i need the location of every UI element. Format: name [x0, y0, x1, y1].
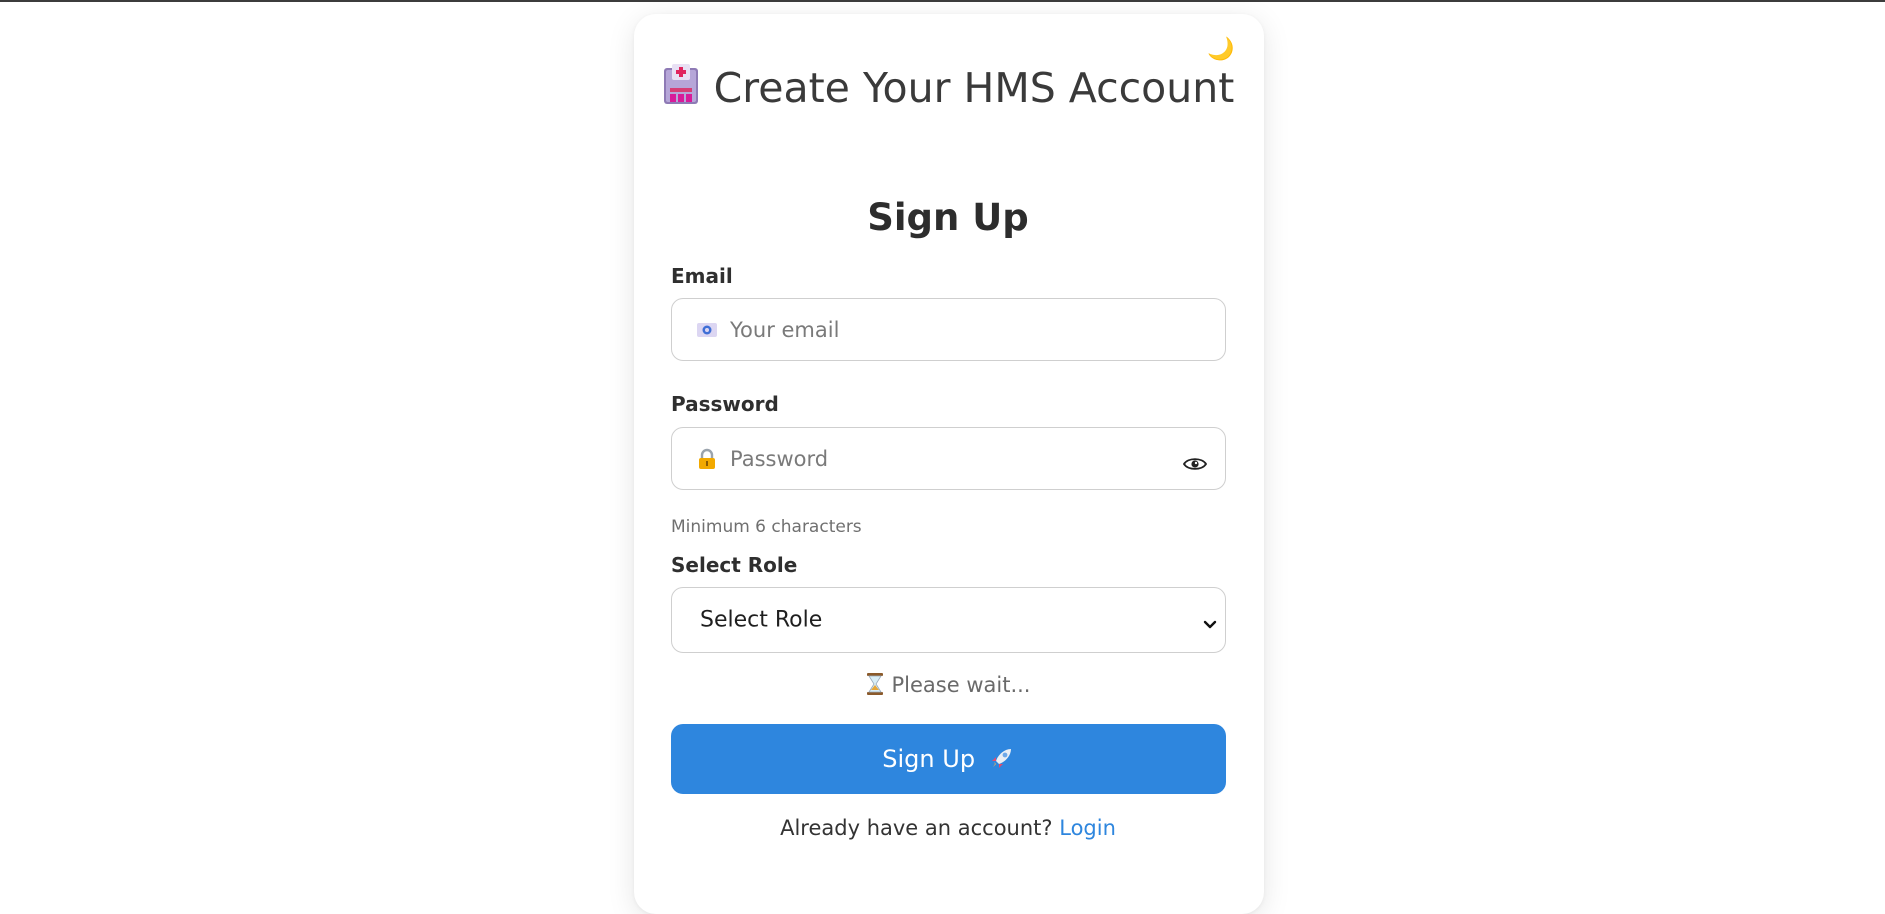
role-label: Select Role — [671, 553, 798, 577]
email-icon — [696, 319, 718, 341]
eye-icon[interactable] — [1182, 456, 1208, 472]
form-heading: Sign Up — [867, 196, 1029, 239]
password-hint: Minimum 6 characters — [671, 517, 862, 537]
email-field-container — [671, 298, 1226, 361]
login-prompt-text: Already have an account? — [780, 816, 1053, 840]
email-label: Email — [671, 264, 733, 288]
page-title: Create Your HMS Account — [660, 58, 1236, 118]
hospital-icon — [662, 62, 700, 106]
sign-up-button[interactable]: Sign Up — [671, 724, 1226, 794]
window-top-border — [0, 0, 1885, 2]
role-select-value: Select Role — [700, 607, 823, 633]
login-prompt: Already have an account? Login — [660, 816, 1236, 840]
lock-icon — [696, 448, 718, 470]
sign-up-button-label: Sign Up — [882, 745, 976, 773]
password-label: Password — [671, 392, 779, 416]
rocket-icon — [989, 728, 1015, 768]
page-title-text: Create Your HMS Account — [713, 64, 1235, 112]
login-link[interactable]: Login — [1059, 816, 1116, 840]
hourglass-icon — [866, 673, 884, 695]
loading-status-text: Please wait... — [891, 673, 1031, 697]
password-input[interactable] — [730, 428, 1170, 489]
loading-status: Please wait... — [660, 673, 1236, 697]
password-field-container — [671, 427, 1226, 490]
role-select[interactable]: Select Role — [671, 587, 1226, 653]
chevron-down-icon — [1203, 615, 1217, 629]
email-input[interactable] — [730, 299, 1170, 360]
